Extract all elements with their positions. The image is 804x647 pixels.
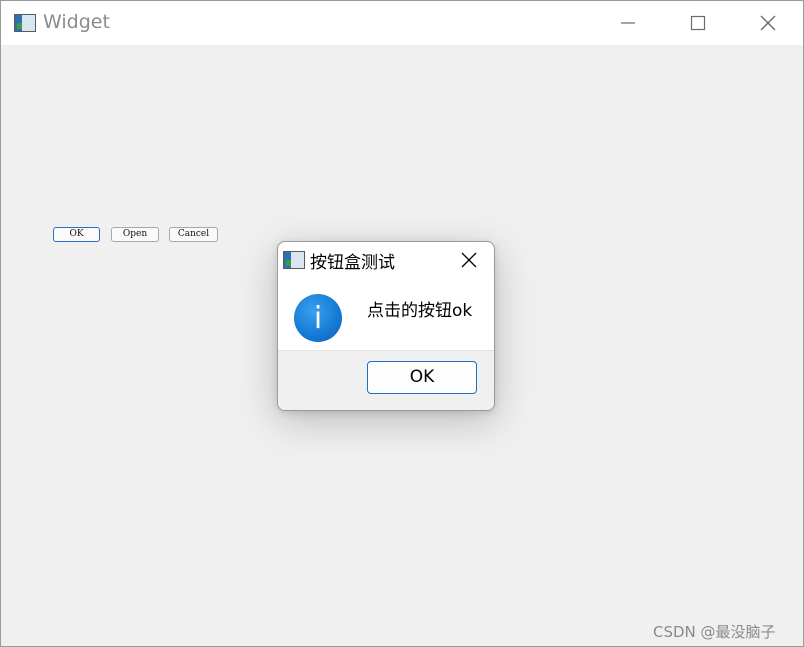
dialog-title: 按钮盒测试 xyxy=(310,253,395,273)
close-button[interactable] xyxy=(733,1,803,45)
title-bar[interactable]: Widget xyxy=(1,1,803,45)
cancel-button[interactable]: Cancel xyxy=(169,227,218,242)
dialog-button-bar: OK xyxy=(278,350,494,410)
window-title: Widget xyxy=(43,11,110,33)
minimize-icon xyxy=(621,22,635,24)
close-icon xyxy=(461,252,477,268)
dialog-ok-button[interactable]: OK xyxy=(367,361,477,394)
dialog-app-icon xyxy=(283,251,305,269)
watermark: CSDN @最没脑子 xyxy=(653,623,776,641)
maximize-button[interactable] xyxy=(663,1,733,45)
close-icon xyxy=(760,15,776,31)
minimize-button[interactable] xyxy=(593,1,663,45)
dialog-close-button[interactable] xyxy=(454,246,484,274)
info-icon: i xyxy=(294,294,342,342)
main-window: Widget OK Open Cancel 按钮盒测试 i 点击的按钮ok OK… xyxy=(0,0,804,647)
maximize-icon xyxy=(690,15,706,31)
open-button[interactable]: Open xyxy=(111,227,159,242)
ok-button[interactable]: OK xyxy=(53,227,100,242)
dialog-message: 点击的按钮ok xyxy=(367,301,473,321)
app-icon xyxy=(14,14,36,32)
info-icon-glyph: i xyxy=(313,300,323,336)
message-box-dialog: 按钮盒测试 i 点击的按钮ok OK xyxy=(277,241,495,411)
